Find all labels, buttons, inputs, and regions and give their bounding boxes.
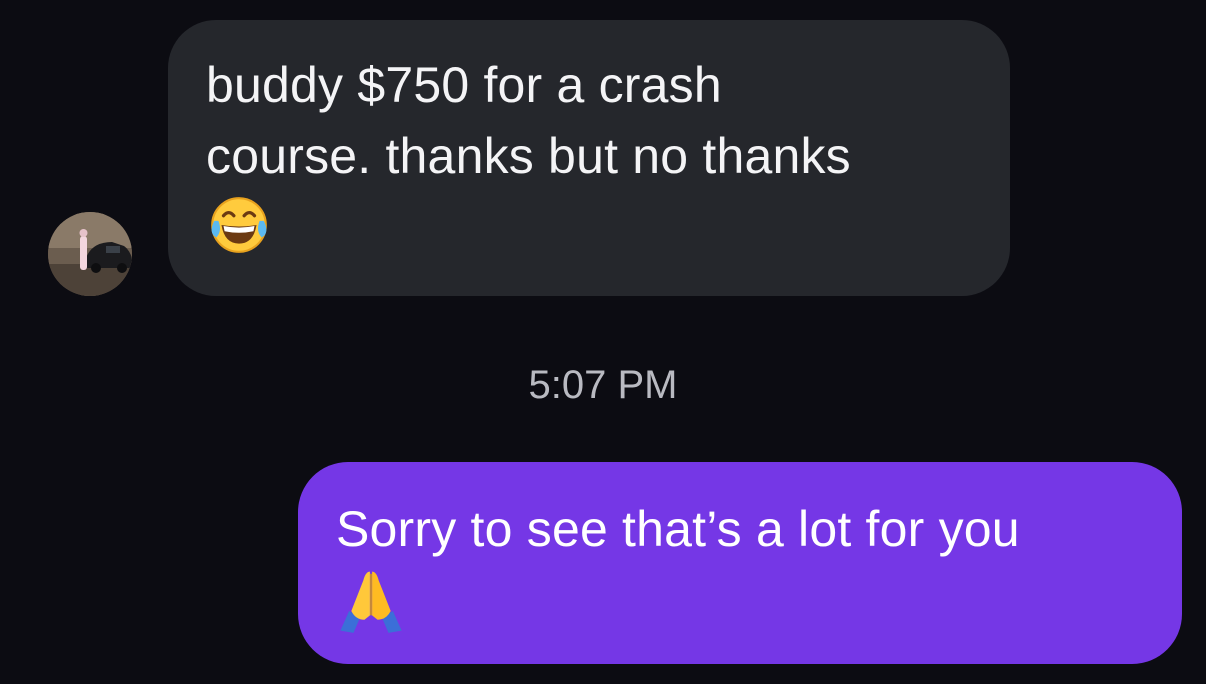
outgoing-message-bubble[interactable]: Sorry to see that’s a lot for you <box>298 462 1182 664</box>
incoming-message-row: buddy $750 for a crash course. thanks bu… <box>0 0 1206 320</box>
message-timestamp: 5:07 PM <box>528 363 678 407</box>
incoming-message-bubble[interactable]: buddy $750 for a crash course. thanks bu… <box>168 20 1010 296</box>
incoming-message-text: buddy $750 for a crash course. thanks bu… <box>206 57 851 184</box>
contact-avatar[interactable] <box>48 212 132 296</box>
avatar-photo-icon <box>48 212 132 296</box>
face-with-tears-of-joy-icon <box>206 192 272 258</box>
outgoing-message-text: Sorry to see that’s a lot for you <box>336 501 1020 557</box>
folded-hands-icon <box>336 565 406 635</box>
